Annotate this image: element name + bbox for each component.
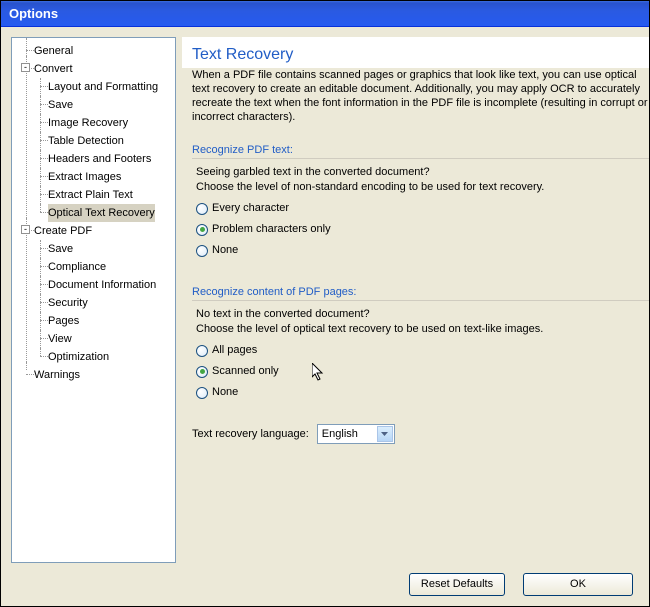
group-text-line: Seeing garbled text in the converted doc…: [196, 165, 639, 180]
tree-label: Image Recovery: [48, 114, 128, 132]
tree-label: View: [48, 330, 72, 348]
tree-item[interactable]: Layout and Formatting: [34, 78, 173, 96]
language-select[interactable]: English: [317, 424, 395, 444]
radio-icon: [196, 345, 208, 357]
radio-label: Every character: [212, 201, 289, 216]
language-label: Text recovery language:: [192, 428, 309, 440]
tree-label: Warnings: [34, 366, 80, 384]
tree-item-general[interactable]: General: [20, 42, 173, 60]
chevron-down-icon[interactable]: [377, 426, 393, 442]
group-text-line: Choose the level of optical text recover…: [196, 322, 639, 337]
language-row: Text recovery language: English: [192, 424, 649, 444]
tree-label: Extract Images: [48, 168, 121, 186]
tree-label: Table Detection: [48, 132, 124, 150]
tree-label: Document Information: [48, 276, 156, 294]
tree-item[interactable]: Save: [34, 240, 173, 258]
group-recognize-text: Recognize PDF text: Seeing garbled text …: [192, 140, 649, 274]
tree-label: Save: [48, 96, 73, 114]
tree-label: Headers and Footers: [48, 150, 151, 168]
tree-item[interactable]: Save: [34, 96, 173, 114]
tree-item-convert[interactable]: - Convert Layout and Formatting Save Ima…: [20, 60, 173, 222]
titlebar[interactable]: Options: [1, 1, 649, 27]
tree-label: Extract Plain Text: [48, 186, 133, 204]
footer: Reset Defaults OK: [11, 563, 649, 596]
window-title: Options: [9, 6, 58, 21]
page-description: When a PDF file contains scanned pages o…: [182, 68, 649, 130]
tree-label: Optical Text Recovery: [48, 204, 155, 222]
tree-label: Optimization: [48, 348, 109, 366]
tree-item[interactable]: Extract Plain Text: [34, 186, 173, 204]
tree-item-warnings[interactable]: Warnings: [20, 366, 173, 384]
tree-item[interactable]: Headers and Footers: [34, 150, 173, 168]
tree-item[interactable]: View: [34, 330, 173, 348]
radio-label: Problem characters only: [212, 222, 331, 237]
options-window: Options General - Convert Layout and For…: [0, 0, 650, 607]
radio-every-character[interactable]: Every character: [196, 201, 639, 216]
tree-label: Create PDF: [34, 222, 92, 240]
group-text-line: No text in the converted document?: [196, 307, 639, 322]
group-text-line: Choose the level of non-standard encodin…: [196, 180, 639, 195]
radio-icon: [196, 224, 208, 236]
radio-icon: [196, 366, 208, 378]
tree-item[interactable]: Optimization: [34, 348, 173, 366]
tree-item[interactable]: Document Information: [34, 276, 173, 294]
content-panel: Text Recovery When a PDF file contains s…: [182, 37, 649, 563]
options-tree[interactable]: General - Convert Layout and Formatting …: [14, 42, 173, 384]
group-recognize-content: Recognize content of PDF pages: No text …: [192, 282, 649, 416]
radio-all-pages[interactable]: All pages: [196, 343, 639, 358]
tree-label: Save: [48, 240, 73, 258]
main-row: General - Convert Layout and Formatting …: [11, 37, 649, 563]
language-value: English: [322, 428, 358, 440]
radio-none-text[interactable]: None: [196, 243, 639, 258]
client-area: General - Convert Layout and Formatting …: [1, 27, 649, 606]
tree-label: Security: [48, 294, 88, 312]
group-title: Recognize PDF text:: [192, 144, 649, 159]
tree-item[interactable]: Security: [34, 294, 173, 312]
tree-item[interactable]: Extract Images: [34, 168, 173, 186]
tree-item-selected[interactable]: Optical Text Recovery: [34, 204, 173, 222]
ok-button[interactable]: OK: [523, 573, 633, 596]
tree-label: Compliance: [48, 258, 106, 276]
reset-defaults-button[interactable]: Reset Defaults: [409, 573, 505, 596]
tree-label: General: [34, 42, 73, 60]
radio-none-content[interactable]: None: [196, 385, 639, 400]
tree-item[interactable]: Image Recovery: [34, 114, 173, 132]
collapse-icon[interactable]: -: [21, 225, 30, 234]
radio-problem-characters[interactable]: Problem characters only: [196, 222, 639, 237]
tree-panel: General - Convert Layout and Formatting …: [11, 37, 176, 563]
tree-item[interactable]: Table Detection: [34, 132, 173, 150]
tree-item-create-pdf[interactable]: - Create PDF Save Compliance Document In…: [20, 222, 173, 366]
radio-label: Scanned only: [212, 364, 279, 379]
radio-label: None: [212, 385, 238, 400]
tree-item[interactable]: Pages: [34, 312, 173, 330]
radio-icon: [196, 203, 208, 215]
page-title: Text Recovery: [182, 38, 649, 68]
tree-label: Convert: [34, 60, 73, 78]
radio-scanned-only[interactable]: Scanned only: [196, 364, 639, 379]
radio-icon: [196, 387, 208, 399]
group-title: Recognize content of PDF pages:: [192, 286, 649, 301]
radio-icon: [196, 245, 208, 257]
collapse-icon[interactable]: -: [21, 63, 30, 72]
tree-label: Pages: [48, 312, 79, 330]
radio-label: All pages: [212, 343, 257, 358]
tree-item[interactable]: Compliance: [34, 258, 173, 276]
radio-label: None: [212, 243, 238, 258]
tree-label: Layout and Formatting: [48, 78, 158, 96]
